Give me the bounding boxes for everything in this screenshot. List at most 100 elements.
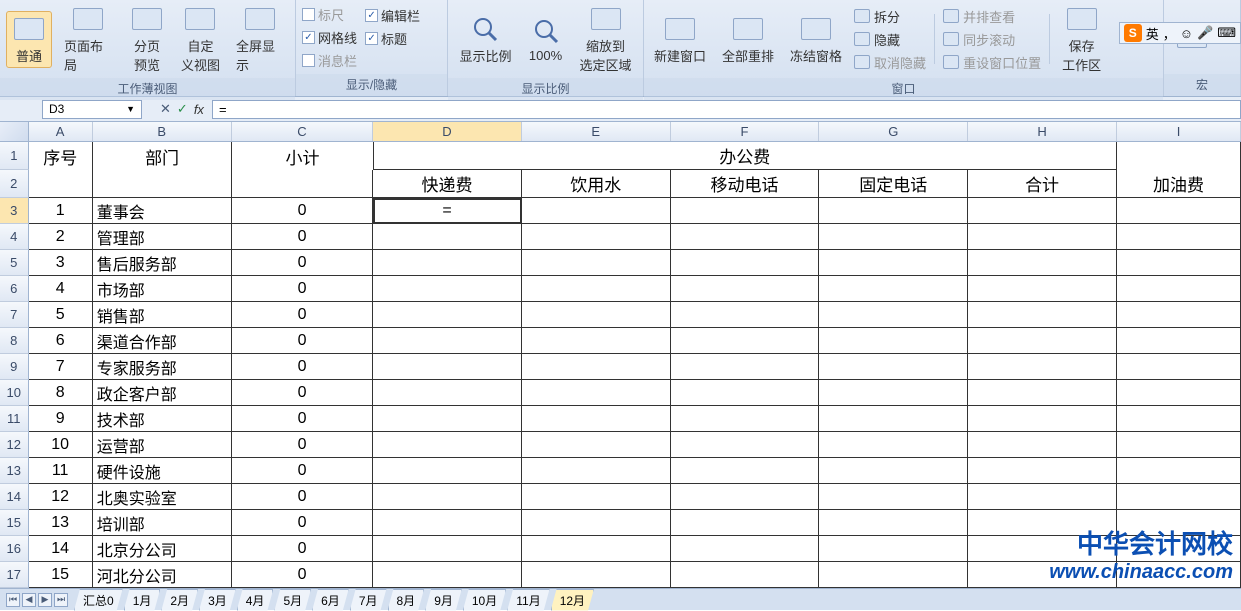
cell[interactable]	[373, 562, 522, 588]
cell[interactable]	[522, 198, 671, 224]
cell[interactable]	[522, 276, 671, 302]
cell[interactable]: 0	[232, 380, 373, 406]
cell[interactable]	[373, 380, 522, 406]
cell[interactable]	[819, 198, 968, 224]
cell[interactable]	[1117, 198, 1241, 224]
cell[interactable]	[968, 250, 1117, 276]
cell[interactable]: 加油费	[1117, 170, 1241, 198]
sheet-tab[interactable]: 2月	[161, 589, 198, 611]
cell[interactable]	[522, 224, 671, 250]
cell[interactable]: 河北分公司	[93, 562, 232, 588]
cell[interactable]	[968, 328, 1117, 354]
cell[interactable]: 董事会	[93, 198, 232, 224]
cell[interactable]	[522, 432, 671, 458]
row-header[interactable]: 6	[0, 276, 29, 302]
active-cell[interactable]: =	[373, 198, 522, 224]
formula-input[interactable]: =	[212, 100, 1241, 119]
cell[interactable]: 移动电话	[671, 170, 820, 198]
cell[interactable]	[522, 406, 671, 432]
cell[interactable]	[1117, 536, 1241, 562]
cancel-formula-icon[interactable]: ✕	[160, 101, 171, 117]
cell[interactable]: 0	[232, 302, 373, 328]
sheet-tab[interactable]: 8月	[388, 589, 425, 611]
cell[interactable]: 14	[29, 536, 93, 562]
cell[interactable]	[373, 406, 522, 432]
col-header[interactable]: A	[29, 122, 93, 141]
cell[interactable]: 饮用水	[522, 170, 671, 198]
cell[interactable]	[968, 562, 1117, 588]
cell[interactable]	[671, 458, 820, 484]
cell[interactable]: 3	[29, 250, 93, 276]
freeze-panes-button[interactable]: 冻结窗格	[786, 12, 846, 67]
row-header[interactable]: 16	[0, 536, 29, 562]
cell[interactable]: 0	[232, 406, 373, 432]
cell[interactable]	[522, 380, 671, 406]
cell[interactable]: 13	[29, 510, 93, 536]
cell[interactable]	[819, 224, 968, 250]
cell[interactable]	[1117, 354, 1241, 380]
cell[interactable]	[522, 510, 671, 536]
cell[interactable]: 15	[29, 562, 93, 588]
cell[interactable]	[671, 432, 820, 458]
cell[interactable]	[671, 406, 820, 432]
cell[interactable]: 管理部	[93, 224, 232, 250]
split-button[interactable]: 拆分	[854, 7, 926, 26]
formulabar-checkbox[interactable]: ✓编辑栏	[365, 6, 420, 25]
row-header[interactable]: 17	[0, 562, 29, 588]
cell[interactable]	[671, 224, 820, 250]
sheet-tab[interactable]: 11月	[507, 589, 549, 611]
cell[interactable]	[968, 510, 1117, 536]
cell[interactable]: 8	[29, 380, 93, 406]
cell[interactable]	[819, 458, 968, 484]
sheet-tab[interactable]: 10月	[463, 589, 506, 611]
cell[interactable]	[522, 536, 671, 562]
cell[interactable]: 培训部	[93, 510, 232, 536]
row-header[interactable]: 13	[0, 458, 29, 484]
cell[interactable]	[1117, 510, 1241, 536]
cell[interactable]	[93, 170, 232, 198]
cell[interactable]	[522, 250, 671, 276]
cell[interactable]	[671, 354, 820, 380]
cell[interactable]: 小计	[232, 142, 373, 170]
col-header[interactable]: B	[93, 122, 232, 141]
cell[interactable]	[819, 510, 968, 536]
cell[interactable]	[522, 458, 671, 484]
cell[interactable]	[671, 302, 820, 328]
cell[interactable]: 4	[29, 276, 93, 302]
cell[interactable]	[373, 276, 522, 302]
cell[interactable]: 0	[232, 536, 373, 562]
row-header[interactable]: 3	[0, 198, 29, 224]
cell[interactable]	[968, 432, 1117, 458]
smile-icon[interactable]: ☺	[1180, 26, 1193, 41]
cell[interactable]	[373, 224, 522, 250]
cell[interactable]	[968, 406, 1117, 432]
cell[interactable]: 快递费	[373, 170, 522, 198]
sheet-tab[interactable]: 5月	[274, 589, 311, 611]
keyboard-icon[interactable]: ⌨	[1217, 25, 1236, 41]
row-header[interactable]: 11	[0, 406, 29, 432]
cell[interactable]	[373, 250, 522, 276]
cell[interactable]	[522, 328, 671, 354]
cell[interactable]	[671, 536, 820, 562]
cell[interactable]: 市场部	[93, 276, 232, 302]
cell[interactable]	[671, 198, 820, 224]
cell[interactable]: 售后服务部	[93, 250, 232, 276]
cell[interactable]	[1117, 302, 1241, 328]
row-header[interactable]: 2	[0, 170, 29, 198]
tab-last-icon[interactable]: ⏭	[54, 593, 68, 607]
row-header[interactable]: 12	[0, 432, 29, 458]
cell[interactable]	[522, 354, 671, 380]
cell[interactable]	[1117, 250, 1241, 276]
col-header[interactable]: F	[671, 122, 820, 141]
cell[interactable]	[1117, 432, 1241, 458]
cell[interactable]: 技术部	[93, 406, 232, 432]
cell[interactable]	[1117, 484, 1241, 510]
col-header[interactable]: H	[968, 122, 1117, 141]
tab-next-icon[interactable]: ▶	[38, 593, 52, 607]
cell[interactable]	[968, 276, 1117, 302]
cell[interactable]	[968, 302, 1117, 328]
zoom-100-button[interactable]: 100%	[524, 14, 568, 65]
row-header[interactable]: 7	[0, 302, 29, 328]
cell[interactable]	[1117, 276, 1241, 302]
cell[interactable]	[1117, 328, 1241, 354]
